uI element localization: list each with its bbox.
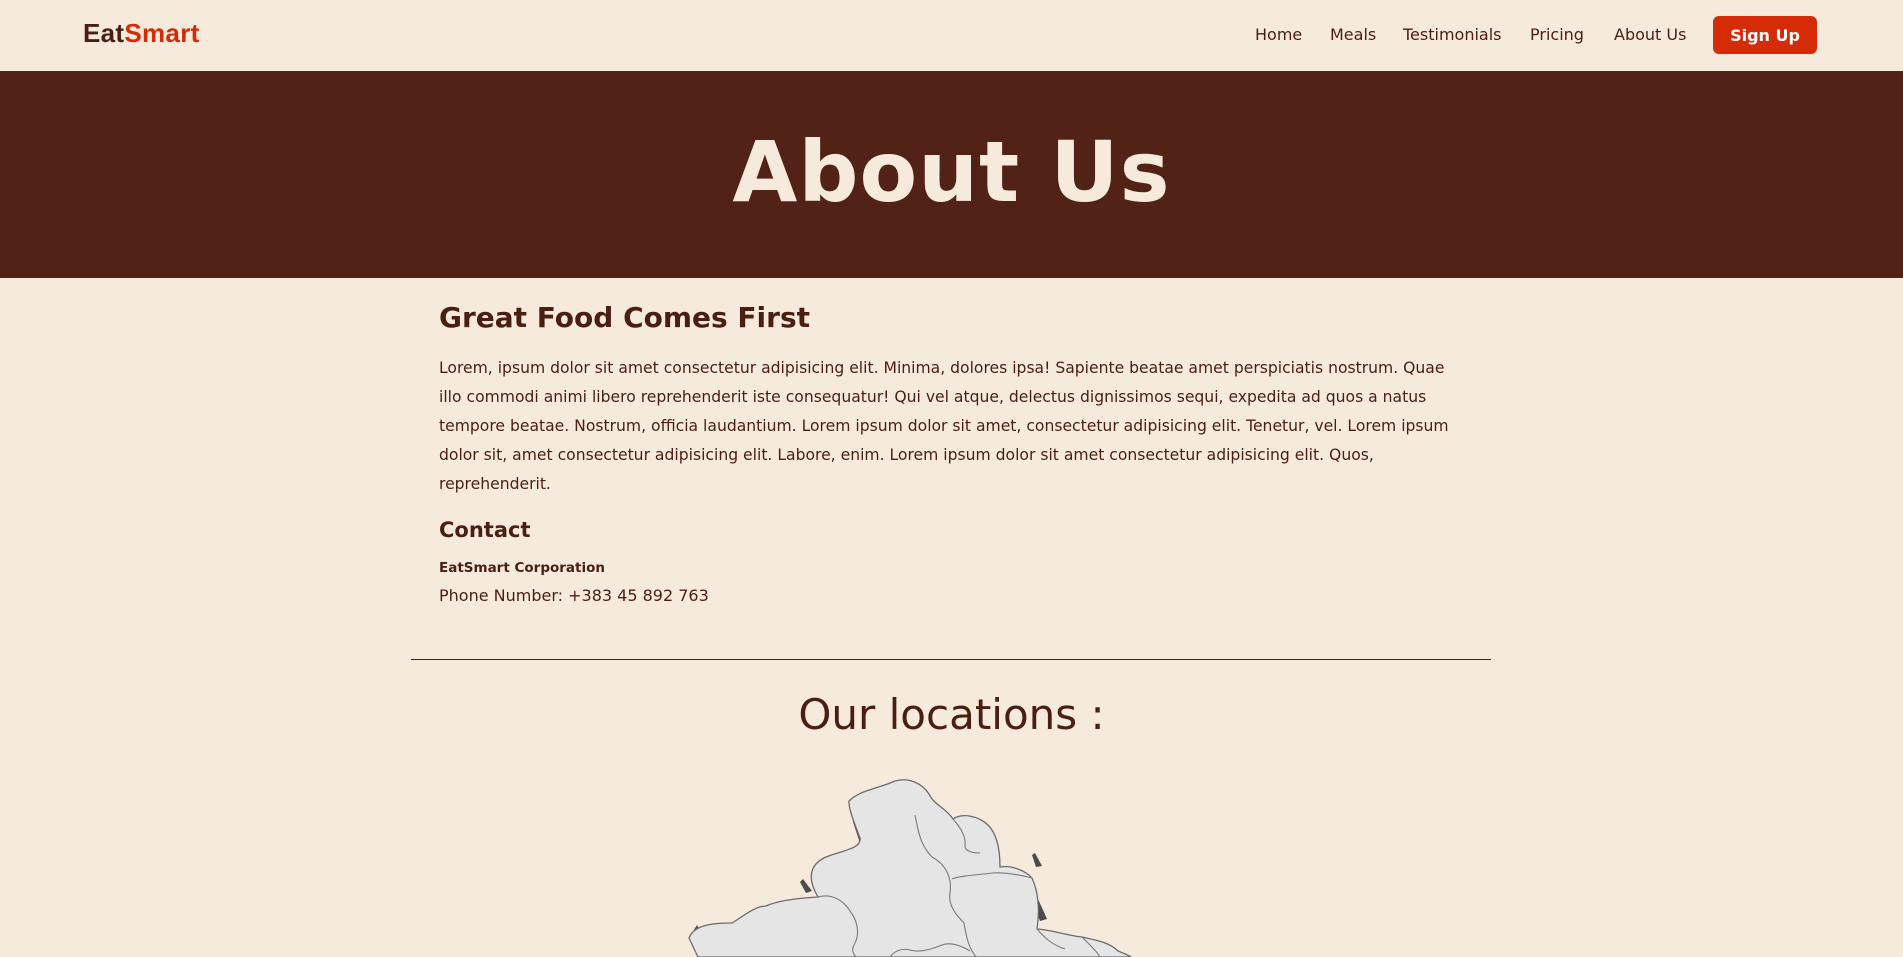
phone-number: Phone Number: +383 45 892 763 bbox=[439, 586, 709, 605]
locations-heading: Our locations : bbox=[798, 690, 1105, 739]
nav-about-us[interactable]: About Us bbox=[1614, 25, 1686, 45]
page-title: About Us bbox=[732, 122, 1171, 221]
logo-smart: Smart bbox=[124, 18, 200, 48]
nav-testimonials[interactable]: Testimonials bbox=[1403, 25, 1502, 45]
nav-pricing-link[interactable]: Pricing bbox=[1530, 25, 1584, 44]
map-region bbox=[688, 779, 1133, 957]
nav-pricing[interactable]: Pricing bbox=[1530, 25, 1584, 45]
contact-heading: Contact bbox=[439, 518, 531, 542]
logo[interactable]: EatSmart bbox=[83, 18, 200, 49]
nav-meals-link[interactable]: Meals bbox=[1330, 25, 1376, 44]
section-divider bbox=[411, 659, 1491, 660]
about-paragraph: Lorem, ipsum dolor sit amet consectetur … bbox=[439, 359, 1449, 493]
locations-map[interactable] bbox=[680, 775, 1220, 957]
company-name: EatSmart Corporation bbox=[439, 560, 606, 576]
hero-banner: About Us bbox=[0, 71, 1903, 278]
nav-testimonials-link[interactable]: Testimonials bbox=[1403, 25, 1502, 44]
top-navbar: EatSmart Home Meals Testimonials Pricing… bbox=[0, 0, 1903, 71]
logo-eat: Eat bbox=[83, 18, 125, 48]
nav-meals[interactable]: Meals bbox=[1330, 25, 1376, 45]
section-heading: Great Food Comes First bbox=[439, 301, 811, 334]
nav-about-us-link[interactable]: About Us bbox=[1614, 25, 1686, 44]
nav-home[interactable]: Home bbox=[1255, 25, 1302, 45]
nav-home-link[interactable]: Home bbox=[1255, 25, 1302, 44]
sign-up-button[interactable]: Sign Up bbox=[1713, 16, 1817, 54]
